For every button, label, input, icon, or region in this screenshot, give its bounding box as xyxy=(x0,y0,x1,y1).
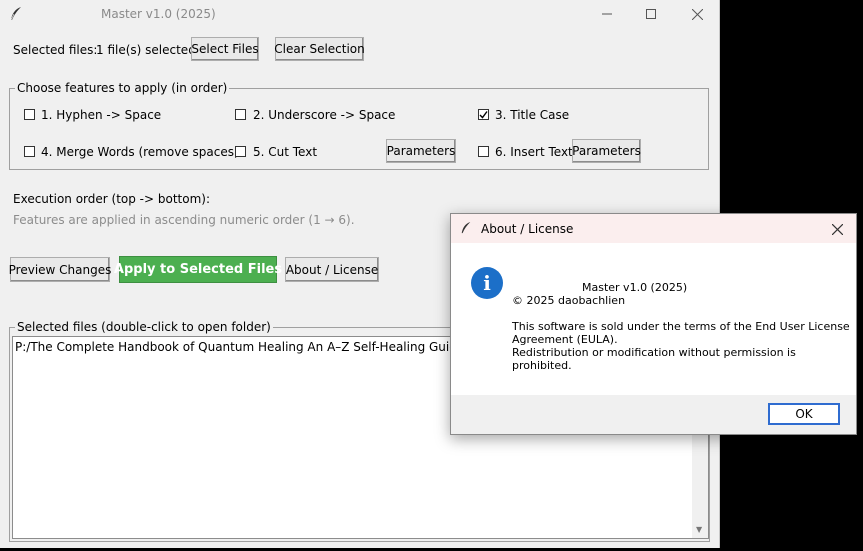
maximize-icon xyxy=(646,9,656,19)
info-icon: i xyxy=(471,267,503,299)
title-bar: Master v1.0 (2025) xyxy=(0,0,719,28)
ok-button[interactable]: OK xyxy=(768,403,840,425)
dialog-close-button[interactable] xyxy=(825,218,849,240)
dialog-app-line: Master v1.0 (2025) xyxy=(582,281,688,294)
feature-label-hyphen: 1. Hyphen -> Space xyxy=(41,108,162,122)
feature-label-title-case: 3. Title Case xyxy=(495,108,570,122)
checkbox-hyphen[interactable] xyxy=(24,109,35,120)
execution-order-note: Features are applied in ascending numeri… xyxy=(13,213,355,227)
minimize-icon xyxy=(602,13,612,15)
feather-icon xyxy=(460,221,472,238)
maximize-button[interactable] xyxy=(628,0,674,28)
dialog-redistribution-line1: Redistribution or modification without p… xyxy=(512,346,796,359)
close-icon xyxy=(831,223,843,235)
feature-label-insert-text: 6. Insert Text xyxy=(495,145,573,159)
about-license-button[interactable]: About / License xyxy=(285,257,379,282)
dialog-eula-line2: Agreement (EULA). xyxy=(512,333,618,346)
checkbox-merge-words[interactable] xyxy=(24,146,35,157)
checkbox-title-case[interactable] xyxy=(478,109,489,120)
feature-label-underscore: 2. Underscore -> Space xyxy=(253,108,396,122)
cut-text-parameters-button[interactable]: Parameters xyxy=(386,139,456,163)
minimize-button[interactable] xyxy=(584,0,630,28)
checkbox-underscore[interactable] xyxy=(235,109,246,120)
checkbox-insert-text[interactable] xyxy=(478,146,489,157)
insert-text-parameters-button[interactable]: Parameters xyxy=(572,139,641,163)
dialog-title: About / License xyxy=(481,222,574,236)
about-dialog: About / License i Master v1.0 (2025) © 2… xyxy=(450,213,857,435)
dialog-title-bar: About / License xyxy=(451,214,856,243)
close-icon xyxy=(691,8,703,20)
files-group-label: Selected files (double-click to open fol… xyxy=(15,320,273,334)
dialog-copyright: © 2025 daobachlien xyxy=(512,294,626,307)
selected-files-label: Selected files: xyxy=(13,43,98,57)
window-title: Master v1.0 (2025) xyxy=(101,7,216,21)
clear-selection-button[interactable]: Clear Selection xyxy=(274,37,365,61)
scroll-down-icon[interactable]: ▼ xyxy=(696,525,702,534)
select-files-button[interactable]: Select Files xyxy=(191,37,259,61)
feature-label-cut-text: 5. Cut Text xyxy=(253,145,318,159)
dialog-footer: OK xyxy=(451,395,856,434)
features-group-label: Choose features to apply (in order) xyxy=(15,81,230,95)
dialog-eula-line1: This software is sold under the terms of… xyxy=(512,320,850,333)
file-list-item[interactable]: P:/The Complete Handbook of Quantum Heal… xyxy=(15,340,498,354)
close-window-button[interactable] xyxy=(674,0,720,28)
checkmark-icon xyxy=(479,111,488,119)
selected-count-text: 1 file(s) selected xyxy=(96,43,196,57)
checkbox-cut-text[interactable] xyxy=(235,146,246,157)
feather-icon xyxy=(9,6,23,25)
feature-label-merge-words: 4. Merge Words (remove spaces) xyxy=(41,145,239,159)
execution-order-label: Execution order (top -> bottom): xyxy=(13,192,210,206)
preview-changes-button[interactable]: Preview Changes xyxy=(9,257,111,282)
dialog-redistribution-line2: prohibited. xyxy=(512,359,572,372)
apply-button[interactable]: Apply to Selected Files xyxy=(114,256,282,283)
